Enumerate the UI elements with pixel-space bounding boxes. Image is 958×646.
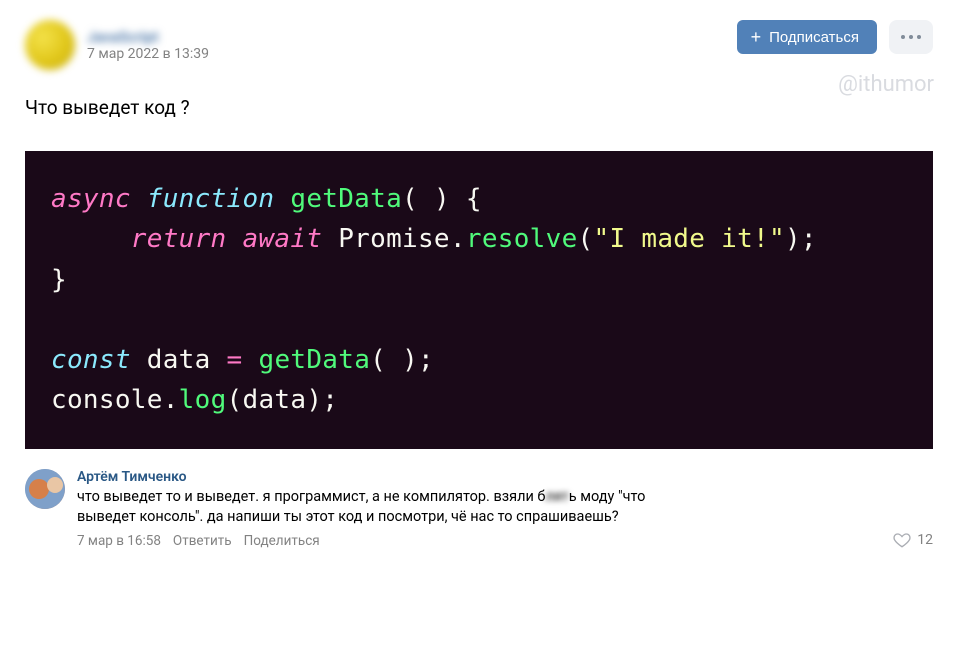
- subscribe-button-label: Подписаться: [769, 29, 859, 46]
- comment-like-block: 12: [893, 469, 933, 550]
- comment-avatar[interactable]: [25, 469, 65, 509]
- comment-row: Артём Тимченко что выведет то и выведет.…: [25, 469, 933, 550]
- comment-author-link[interactable]: Артём Тимченко: [77, 469, 881, 485]
- subscribe-button[interactable]: + Подписаться: [737, 20, 877, 54]
- author-name-link[interactable]: JavaScript: [87, 28, 167, 44]
- like-count: 12: [917, 532, 933, 548]
- more-button[interactable]: [889, 20, 933, 54]
- post-header-left: JavaScript 7 мар 2022 в 13:39: [25, 20, 209, 70]
- code-image[interactable]: async function getData( ) { return await…: [25, 151, 933, 449]
- comment-meta: 7 мар в 16:58 Ответить Поделиться: [77, 533, 881, 549]
- author-block: JavaScript 7 мар 2022 в 13:39: [87, 28, 209, 62]
- reply-button[interactable]: Ответить: [173, 533, 232, 549]
- more-dot-icon: [909, 35, 913, 39]
- heart-icon: [893, 531, 911, 549]
- post-text: Что выведет код ?: [25, 96, 933, 119]
- plus-icon: +: [751, 28, 762, 46]
- post-date: 7 мар 2022 в 13:39: [87, 46, 209, 62]
- more-dot-icon: [917, 35, 921, 39]
- author-avatar[interactable]: [25, 20, 75, 70]
- comment-body: Артём Тимченко что выведет то и выведет.…: [77, 469, 881, 550]
- share-button[interactable]: Поделиться: [244, 533, 320, 549]
- post-header: JavaScript 7 мар 2022 в 13:39 + Подписат…: [25, 20, 933, 70]
- like-button[interactable]: 12: [893, 531, 933, 549]
- comment-date: 7 мар в 16:58: [77, 533, 161, 549]
- more-dot-icon: [901, 35, 905, 39]
- watermark: @ithumor: [838, 72, 934, 97]
- post-header-right: + Подписаться: [737, 20, 933, 54]
- comment-text: что выведет то и выведет. я программист,…: [77, 487, 881, 528]
- post-container: JavaScript 7 мар 2022 в 13:39 + Подписат…: [0, 0, 958, 564]
